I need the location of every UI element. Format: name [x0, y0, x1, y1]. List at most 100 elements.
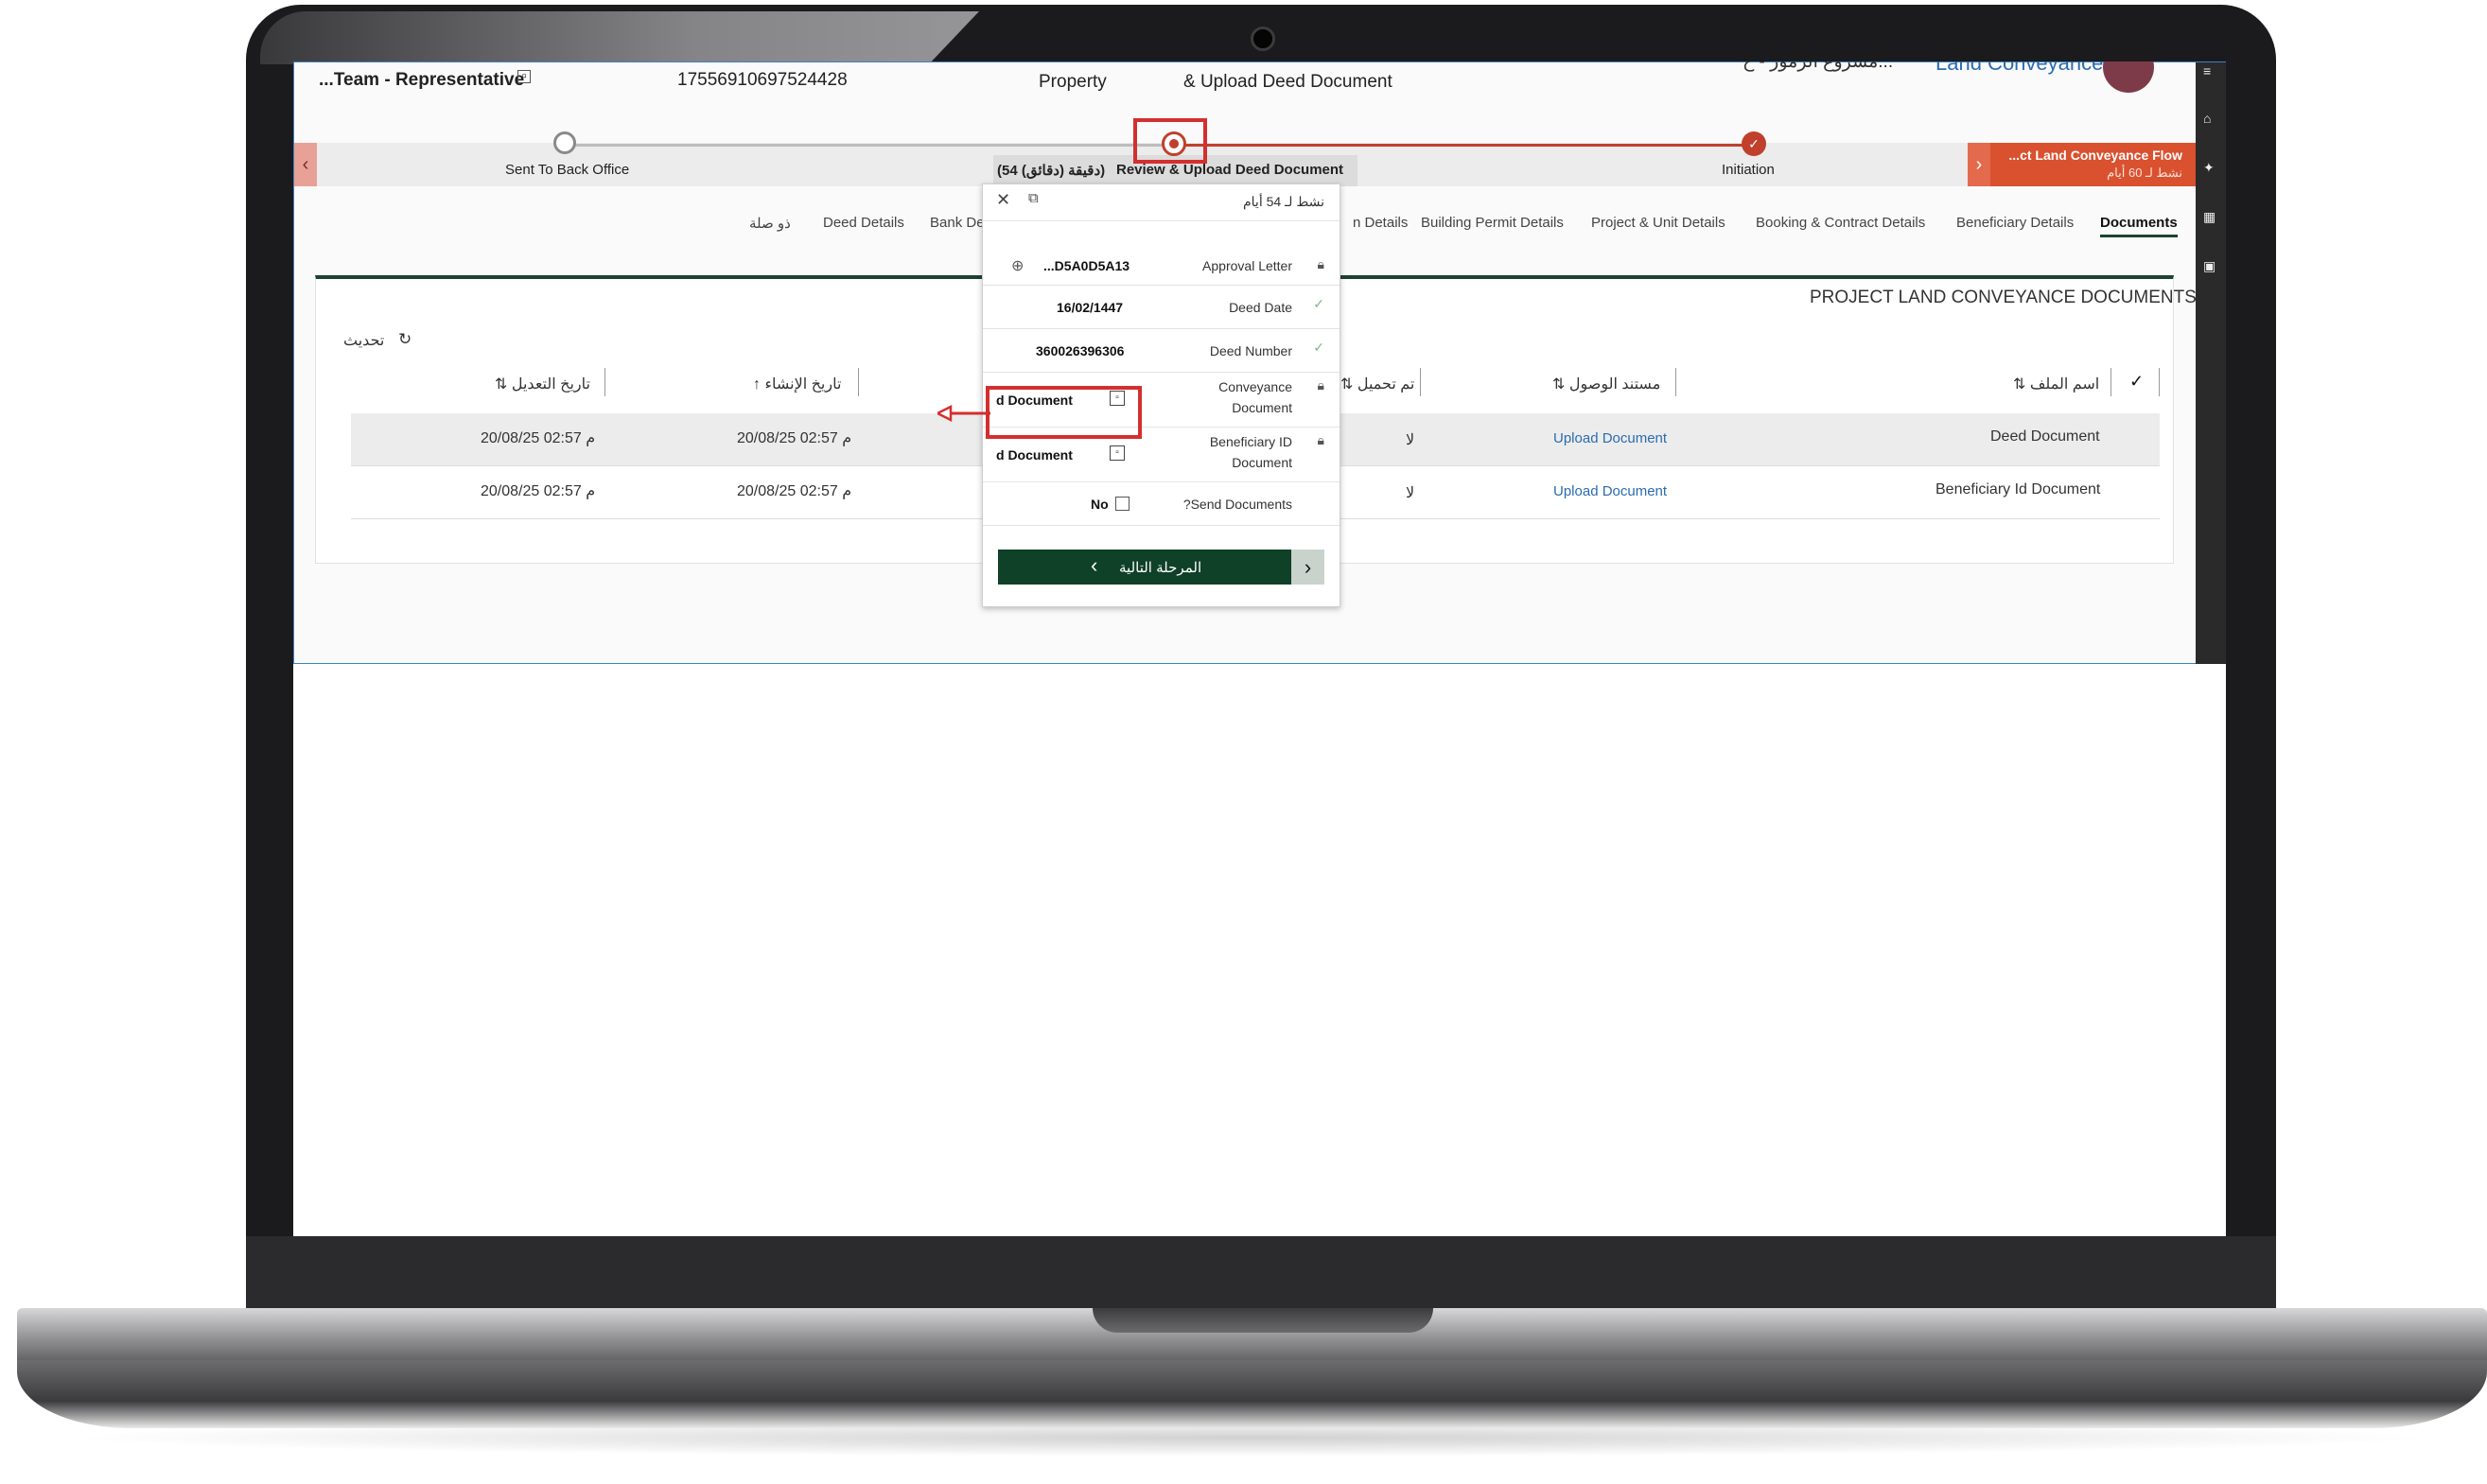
document-icon[interactable]: ▣: [2203, 259, 2218, 272]
lock-icon: 🔒︎: [1317, 432, 1324, 447]
header-separator: [858, 368, 859, 396]
approval-letter-value[interactable]: ...D5A0D5A13: [1043, 258, 1130, 273]
refresh-button[interactable]: تحديث: [343, 331, 384, 350]
deed-date-value[interactable]: 16/02/1447: [1057, 300, 1123, 315]
avatar[interactable]: [2103, 61, 2154, 93]
entity-property: Property: [1039, 72, 1107, 92]
col-created-label: تاريخ الإنشاء: [764, 376, 842, 393]
globe-icon: ⊕: [1011, 258, 1025, 274]
check-icon: ✓: [1313, 340, 1324, 355]
col-receipt-header[interactable]: ⇅ مستند الوصول: [1552, 375, 1660, 393]
conveyance-label-line1: Conveyance: [1218, 379, 1292, 394]
tab-project-unit[interactable]: Project & Unit Details: [1591, 215, 1725, 231]
send-documents-checkbox[interactable]: [1115, 497, 1130, 511]
row1-file-name: Deed Document: [1990, 428, 2100, 445]
row2-uploaded: لا: [1406, 485, 1415, 501]
stage-prev-button[interactable]: ‹: [294, 143, 317, 186]
laptop-chin: [246, 1236, 2276, 1315]
refresh-icon[interactable]: ↻: [398, 330, 412, 349]
header-separator: [1675, 368, 1676, 396]
right-command-bar: ≡ ⌂ ✦ ▦ ▣: [2196, 62, 2226, 665]
col-modified-label: تاريخ التعديل: [511, 376, 590, 393]
check-icon: ✓: [1313, 296, 1324, 311]
tab-documents[interactable]: Documents: [2100, 215, 2178, 237]
col-uploaded-header[interactable]: ⇅ تم تحميل: [1340, 375, 1414, 393]
highlight-box-conveyance: [986, 386, 1142, 439]
screen-empty-area: [293, 664, 2226, 1236]
owner-lookup-icon[interactable]: ▫: [517, 69, 531, 83]
lock-icon: 🔒︎: [1317, 256, 1324, 271]
header-separator: [1420, 368, 1421, 396]
deed-date-label: Deed Date: [1229, 300, 1292, 315]
tab-booking[interactable]: Booking & Contract Details: [1756, 215, 1925, 231]
highlight-box-active-stage: [1133, 118, 1207, 164]
conveyance-label-line2: Document: [1232, 400, 1292, 415]
field-approval-letter: ⊕ ...D5A0D5A13 Approval Letter 🔒︎: [983, 247, 1340, 286]
header-separator: [2159, 368, 2160, 396]
row1-created: 20/08/25 02:57 م: [737, 430, 852, 446]
row1-upload-link[interactable]: Upload Document: [1553, 430, 1667, 446]
process-line-complete: [1175, 144, 1752, 147]
sort-icon: ⇅: [1552, 376, 1569, 393]
project-title: مشروع الرموز - ح...: [1743, 61, 1894, 72]
deed-number-value[interactable]: 360026396306: [1036, 343, 1124, 358]
building-icon[interactable]: ▦: [2203, 210, 2218, 223]
tab-building-permit[interactable]: Building Permit Details: [1421, 215, 1564, 231]
sort-up-icon: ↑: [753, 376, 765, 393]
field-deed-number: 360026396306 Deed Number ✓: [983, 328, 1340, 373]
dock-icon[interactable]: ⧉: [1028, 190, 1039, 206]
next-stage-label: المرحلة التالية: [1119, 560, 1202, 576]
col-file-name-header[interactable]: ⇅ اسم الملف: [2013, 375, 2099, 393]
tab-deed[interactable]: Deed Details: [823, 215, 904, 231]
sort-icon: ⇅: [495, 376, 512, 393]
row2-file-name: Beneficiary Id Document: [1935, 481, 2101, 498]
field-deed-date: 16/02/1447 Deed Date ✓: [983, 285, 1340, 329]
stage-initiation-label[interactable]: Initiation: [1722, 162, 1775, 178]
stage-sent-back-label[interactable]: Sent To Back Office: [505, 162, 629, 178]
col-file-name-label: اسم الملف: [2029, 376, 2100, 393]
col-modified-header[interactable]: ⇅ تاريخ التعديل: [495, 375, 590, 393]
filter-icon[interactable]: ≡: [2203, 64, 2218, 78]
row2-upload-link[interactable]: Upload Document: [1553, 483, 1667, 499]
bank-icon[interactable]: ⌂: [2203, 112, 2218, 125]
close-icon[interactable]: ✕: [996, 190, 1010, 210]
beneficiary-document-value[interactable]: d Document: [996, 447, 1073, 463]
col-created-header[interactable]: ↑ تاريخ الإنشاء: [753, 375, 841, 393]
process-flow-duration: نشط لـ 60 أيام: [2107, 166, 2182, 180]
tab-beneficiary[interactable]: Beneficiary Details: [1956, 215, 2074, 231]
process-flow-name: ...ct Land Conveyance Flow: [2008, 148, 2182, 163]
col-receipt-label: مستند الوصول: [1568, 376, 1661, 393]
stage-sent-back-circle[interactable]: [553, 131, 576, 154]
crm-app: ...Team - Representative ▫ 1755691069752…: [293, 61, 2226, 665]
annotation-arrow: [937, 404, 990, 423]
next-stage-arrow[interactable]: ›: [1291, 550, 1324, 585]
sort-icon: ⇅: [1340, 376, 1357, 393]
handshake-icon[interactable]: ✦: [2203, 161, 2218, 174]
beneficiary-label-line1: Beneficiary ID: [1209, 434, 1292, 449]
record-id: 17556910697524428: [677, 70, 848, 90]
process-flow-box[interactable]: ...ct Land Conveyance Flow نشط لـ 60 أيا…: [1990, 143, 2196, 186]
laptop-lid-reflection: [260, 11, 979, 64]
team-owner[interactable]: ...Team - Representative: [319, 70, 524, 91]
next-stage-button[interactable]: ‹ المرحلة التالية: [998, 550, 1291, 585]
send-documents-label: ?Send Documents: [1182, 497, 1292, 512]
row2-modified: 20/08/25 02:57 م: [481, 483, 596, 499]
row1-modified: 20/08/25 02:57 م: [481, 430, 596, 446]
tab-bank[interactable]: Bank De: [930, 215, 985, 231]
row1-uploaded: لا: [1406, 432, 1415, 448]
document-lookup-icon[interactable]: ▫: [1110, 445, 1125, 461]
tab-partial-details[interactable]: n Details: [1353, 215, 1408, 231]
col-uploaded-label: تم تحميل: [1357, 376, 1415, 393]
approval-letter-label: Approval Letter: [1202, 258, 1292, 273]
laptop-screen: ...Team - Representative ▫ 1755691069752…: [293, 61, 2226, 1236]
tab-related[interactable]: ذو صلة: [749, 215, 791, 232]
beneficiary-label-line2: Document: [1232, 455, 1292, 470]
deed-number-label: Deed Number: [1209, 343, 1292, 358]
section-title: PROJECT LAND CONVEYANCE DOCUMENTS: [1810, 288, 2197, 307]
process-line-pending: [566, 144, 1175, 147]
stage-initiation-check-icon[interactable]: ✓: [1742, 131, 1766, 156]
stage-next-button[interactable]: ›: [1968, 143, 1990, 186]
laptop-base-lower: [17, 1360, 2487, 1428]
select-all-check-icon[interactable]: ✓: [2129, 372, 2144, 392]
active-stage-label[interactable]: Review & Upload Deed Document: [1116, 162, 1343, 178]
